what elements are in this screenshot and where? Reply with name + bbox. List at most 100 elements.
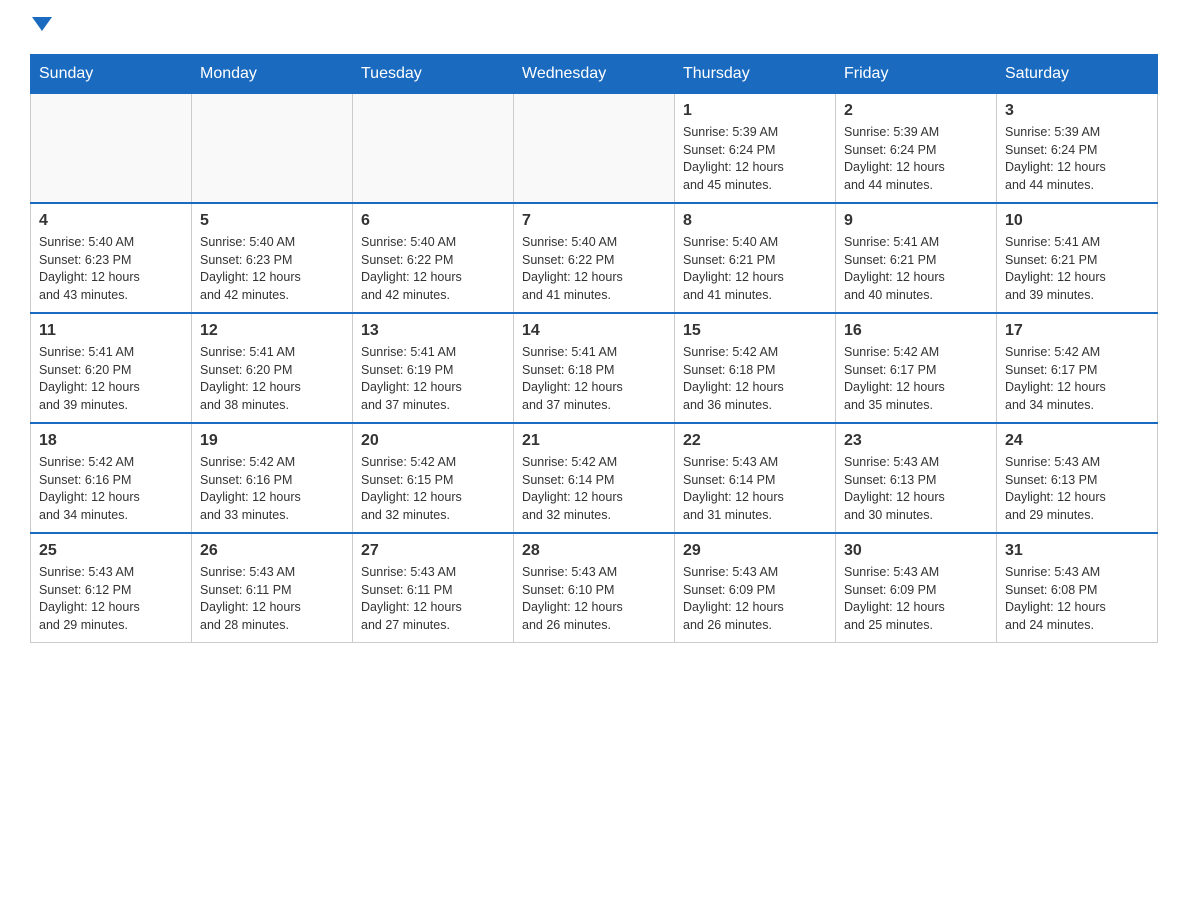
day-number: 9 (844, 212, 988, 230)
day-header-tuesday: Tuesday (353, 55, 514, 94)
day-header-thursday: Thursday (675, 55, 836, 94)
day-number: 1 (683, 102, 827, 120)
calendar-cell: 14 Sunrise: 5:41 AMSunset: 6:18 PMDayligh… (514, 313, 675, 423)
calendar-cell: 22 Sunrise: 5:43 AMSunset: 6:14 PMDayligh… (675, 423, 836, 533)
calendar-cell: 27 Sunrise: 5:43 AMSunset: 6:11 PMDayligh… (353, 533, 514, 643)
day-number: 4 (39, 212, 183, 230)
day-number: 6 (361, 212, 505, 230)
calendar-cell: 31 Sunrise: 5:43 AMSunset: 6:08 PMDayligh… (997, 533, 1158, 643)
calendar-cell: 4 Sunrise: 5:40 AMSunset: 6:23 PMDaylight… (31, 203, 192, 313)
day-number: 5 (200, 212, 344, 230)
day-info: Sunrise: 5:43 AMSunset: 6:09 PMDaylight:… (683, 564, 827, 634)
day-info: Sunrise: 5:40 AMSunset: 6:22 PMDaylight:… (522, 234, 666, 304)
calendar-cell: 23 Sunrise: 5:43 AMSunset: 6:13 PMDayligh… (836, 423, 997, 533)
day-header-wednesday: Wednesday (514, 55, 675, 94)
calendar-cell: 19Sunrise: 5:42 AMSunset: 6:16 PMDayligh… (192, 423, 353, 533)
day-number: 15 (683, 322, 827, 340)
day-info: Sunrise: 5:42 AMSunset: 6:15 PMDaylight:… (361, 454, 505, 524)
calendar-cell: 2 Sunrise: 5:39 AMSunset: 6:24 PMDaylight… (836, 94, 997, 204)
calendar-cell: 16Sunrise: 5:42 AMSunset: 6:17 PMDayligh… (836, 313, 997, 423)
day-number: 14 (522, 322, 666, 340)
day-number: 7 (522, 212, 666, 230)
day-info: Sunrise: 5:41 AMSunset: 6:18 PMDaylight:… (522, 344, 666, 414)
calendar-cell: 20 Sunrise: 5:42 AMSunset: 6:15 PMDayligh… (353, 423, 514, 533)
day-info: Sunrise: 5:43 AMSunset: 6:13 PMDaylight:… (1005, 454, 1149, 524)
day-header-sunday: Sunday (31, 55, 192, 94)
day-info: Sunrise: 5:43 AMSunset: 6:12 PMDaylight:… (39, 564, 183, 634)
day-number: 30 (844, 542, 988, 560)
day-info: Sunrise: 5:43 AMSunset: 6:11 PMDaylight:… (200, 564, 344, 634)
day-info: Sunrise: 5:42 AMSunset: 6:18 PMDaylight:… (683, 344, 827, 414)
day-info: Sunrise: 5:40 AMSunset: 6:23 PMDaylight:… (200, 234, 344, 304)
calendar-table: SundayMondayTuesdayWednesdayThursdayFrid… (30, 54, 1158, 643)
day-header-monday: Monday (192, 55, 353, 94)
calendar-cell: 3Sunrise: 5:39 AMSunset: 6:24 PMDaylight… (997, 94, 1158, 204)
day-info: Sunrise: 5:43 AMSunset: 6:09 PMDaylight:… (844, 564, 988, 634)
calendar-week-row: 11 Sunrise: 5:41 AMSunset: 6:20 PMDayligh… (31, 313, 1158, 423)
calendar-cell (192, 94, 353, 204)
calendar-week-row: 18 Sunrise: 5:42 AMSunset: 6:16 PMDayligh… (31, 423, 1158, 533)
calendar-cell: 13Sunrise: 5:41 AMSunset: 6:19 PMDayligh… (353, 313, 514, 423)
calendar-cell: 29Sunrise: 5:43 AMSunset: 6:09 PMDayligh… (675, 533, 836, 643)
day-info: Sunrise: 5:43 AMSunset: 6:14 PMDaylight:… (683, 454, 827, 524)
calendar-cell: 21Sunrise: 5:42 AMSunset: 6:14 PMDayligh… (514, 423, 675, 533)
day-info: Sunrise: 5:42 AMSunset: 6:16 PMDaylight:… (200, 454, 344, 524)
calendar-cell (31, 94, 192, 204)
day-number: 16 (844, 322, 988, 340)
calendar-week-row: 25 Sunrise: 5:43 AMSunset: 6:12 PMDayligh… (31, 533, 1158, 643)
day-info: Sunrise: 5:43 AMSunset: 6:10 PMDaylight:… (522, 564, 666, 634)
page-header (30, 20, 1158, 34)
day-number: 31 (1005, 542, 1149, 560)
calendar-cell: 24 Sunrise: 5:43 AMSunset: 6:13 PMDayligh… (997, 423, 1158, 533)
day-info: Sunrise: 5:43 AMSunset: 6:08 PMDaylight:… (1005, 564, 1149, 634)
day-number: 17 (1005, 322, 1149, 340)
day-number: 8 (683, 212, 827, 230)
day-number: 3 (1005, 102, 1149, 120)
day-number: 23 (844, 432, 988, 450)
day-number: 25 (39, 542, 183, 560)
calendar-cell: 9 Sunrise: 5:41 AMSunset: 6:21 PMDaylight… (836, 203, 997, 313)
day-header-saturday: Saturday (997, 55, 1158, 94)
day-info: Sunrise: 5:39 AMSunset: 6:24 PMDaylight:… (844, 124, 988, 194)
day-number: 27 (361, 542, 505, 560)
calendar-cell: 17 Sunrise: 5:42 AMSunset: 6:17 PMDayligh… (997, 313, 1158, 423)
day-info: Sunrise: 5:43 AMSunset: 6:11 PMDaylight:… (361, 564, 505, 634)
calendar-cell: 18Sunrise: 5:42 AMSunset: 6:16 PMDayligh… (31, 423, 192, 533)
calendar-cell: 28Sunrise: 5:43 AMSunset: 6:10 PMDayligh… (514, 533, 675, 643)
calendar-cell: 10 Sunrise: 5:41 AMSunset: 6:21 PMDayligh… (997, 203, 1158, 313)
calendar-week-row: 4 Sunrise: 5:40 AMSunset: 6:23 PMDaylight… (31, 203, 1158, 313)
day-number: 12 (200, 322, 344, 340)
calendar-cell: 6 Sunrise: 5:40 AMSunset: 6:22 PMDaylight… (353, 203, 514, 313)
calendar-cell: 8 Sunrise: 5:40 AMSunset: 6:21 PMDaylight… (675, 203, 836, 313)
day-info: Sunrise: 5:43 AMSunset: 6:13 PMDaylight:… (844, 454, 988, 524)
day-header-friday: Friday (836, 55, 997, 94)
day-number: 11 (39, 322, 183, 340)
day-info: Sunrise: 5:41 AMSunset: 6:20 PMDaylight:… (200, 344, 344, 414)
calendar-cell: 25 Sunrise: 5:43 AMSunset: 6:12 PMDayligh… (31, 533, 192, 643)
day-info: Sunrise: 5:40 AMSunset: 6:23 PMDaylight:… (39, 234, 183, 304)
calendar-week-row: 1 Sunrise: 5:39 AMSunset: 6:24 PMDaylight… (31, 94, 1158, 204)
calendar-cell: 26Sunrise: 5:43 AMSunset: 6:11 PMDayligh… (192, 533, 353, 643)
calendar-cell: 11 Sunrise: 5:41 AMSunset: 6:20 PMDayligh… (31, 313, 192, 423)
day-number: 22 (683, 432, 827, 450)
day-info: Sunrise: 5:41 AMSunset: 6:21 PMDaylight:… (1005, 234, 1149, 304)
day-info: Sunrise: 5:41 AMSunset: 6:20 PMDaylight:… (39, 344, 183, 414)
day-number: 24 (1005, 432, 1149, 450)
day-info: Sunrise: 5:41 AMSunset: 6:21 PMDaylight:… (844, 234, 988, 304)
calendar-header-row: SundayMondayTuesdayWednesdayThursdayFrid… (31, 55, 1158, 94)
day-number: 18 (39, 432, 183, 450)
day-info: Sunrise: 5:42 AMSunset: 6:17 PMDaylight:… (1005, 344, 1149, 414)
calendar-cell: 1Sunrise: 5:39 AMSunset: 6:24 PMDaylight… (675, 94, 836, 204)
calendar-cell: 5 Sunrise: 5:40 AMSunset: 6:23 PMDaylight… (192, 203, 353, 313)
calendar-cell (514, 94, 675, 204)
day-number: 2 (844, 102, 988, 120)
day-number: 10 (1005, 212, 1149, 230)
logo (30, 20, 52, 34)
calendar-cell: 30 Sunrise: 5:43 AMSunset: 6:09 PMDayligh… (836, 533, 997, 643)
day-info: Sunrise: 5:40 AMSunset: 6:22 PMDaylight:… (361, 234, 505, 304)
logo-triangle-icon (32, 17, 52, 31)
day-number: 21 (522, 432, 666, 450)
day-number: 20 (361, 432, 505, 450)
day-info: Sunrise: 5:40 AMSunset: 6:21 PMDaylight:… (683, 234, 827, 304)
calendar-cell: 12 Sunrise: 5:41 AMSunset: 6:20 PMDayligh… (192, 313, 353, 423)
